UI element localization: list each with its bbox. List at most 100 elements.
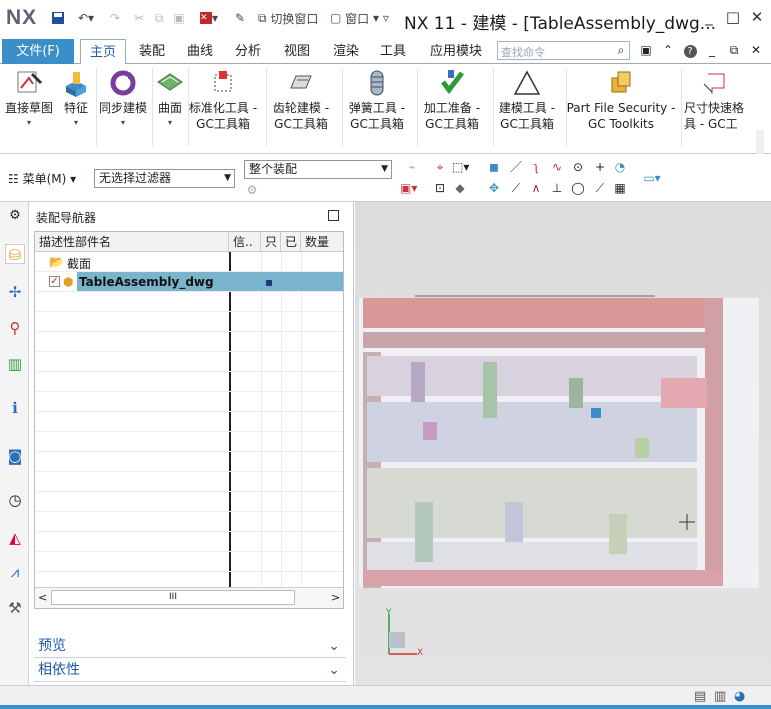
part-navigator-icon[interactable]: ⚲ — [5, 318, 25, 338]
modeling-tools-button[interactable]: 建模工具 - GC工具箱 — [493, 64, 561, 152]
search-icon[interactable]: ⌕ — [613, 42, 629, 58]
select-component-icon[interactable]: ◆ — [452, 180, 468, 196]
machining-prep-icon — [437, 68, 467, 98]
repeat-command-icon[interactable]: ✎ — [232, 10, 248, 26]
multi-snap-icon[interactable]: ✥ — [486, 180, 502, 196]
ribbon-tab-bar: 文件(F) 主页 装配 曲线 分析 视图 渲染 工具 应用模块 — [0, 36, 771, 65]
ribbon-options-icon[interactable]: ▣ — [638, 42, 654, 58]
machining-prep-button[interactable]: 加工准备 - GC工具箱 — [417, 64, 487, 152]
save-icon[interactable] — [50, 10, 66, 26]
rectangle-select-icon[interactable]: ⬚▾ — [452, 159, 469, 175]
status-display-icon[interactable]: ▤ — [694, 689, 706, 704]
triangle-icon — [512, 68, 542, 98]
tab-home[interactable]: 主页 — [80, 39, 126, 65]
tangent-snap-icon[interactable]: ⟋ — [508, 180, 524, 196]
nx-logo: NX — [6, 6, 38, 29]
panel-maximize-button[interactable] — [328, 210, 339, 221]
minimize-button[interactable]: _ — [698, 8, 720, 28]
web-browser-icon[interactable]: ◙ — [5, 446, 25, 466]
switch-window-button[interactable]: ⧉ 切换窗口 — [258, 10, 328, 26]
center-snap-icon[interactable]: ⊙ — [570, 159, 586, 175]
tab-assembly[interactable]: 装配 — [132, 39, 172, 64]
quick-pick-icon[interactable]: ⊡ — [432, 180, 448, 196]
surface-button[interactable]: 曲面 ▾ — [153, 64, 187, 152]
dependencies-section[interactable]: 相依性 ⌄ — [34, 658, 346, 682]
doc-restore-button[interactable]: ⧉ — [726, 42, 742, 58]
spring-tools-button[interactable]: 弹簧工具 - GC工具箱 — [342, 64, 412, 152]
status-layout-icon[interactable]: ▥ — [714, 689, 726, 704]
column-header-readonly[interactable]: 只 — [261, 232, 281, 252]
navigator-table: 描述性部件名 信.. 只 已 数量 📂 截面 ✓ ⬢ TableAssembly… — [34, 231, 344, 609]
part-file-security-button[interactable]: Part File Security - GC Toolkits — [566, 64, 676, 152]
doc-minimize-button[interactable]: _ — [704, 42, 720, 58]
spline-snap-icon[interactable]: ∿ — [549, 159, 565, 175]
status-globe-icon[interactable]: ◕ — [734, 689, 745, 704]
gear-modeling-button[interactable]: 齿轮建模 - GC工具箱 — [266, 64, 336, 152]
maximize-button[interactable]: □ — [722, 8, 744, 28]
resource-settings-icon[interactable]: ⚙ — [5, 206, 25, 226]
assembly-navigator-icon[interactable]: ⛁ — [5, 244, 25, 264]
point-snap-icon[interactable]: + — [592, 159, 608, 175]
column-header-name[interactable]: 描述性部件名 — [35, 232, 229, 252]
process-studio-icon[interactable]: ⩘ — [5, 562, 25, 582]
constraint-navigator-icon[interactable]: ✢ — [5, 282, 25, 302]
window-menu-button[interactable]: ▢ 窗口 ▾ ▿ — [330, 10, 398, 26]
undo-icon[interactable]: ↶▾ — [74, 10, 98, 26]
collapse-ribbon-icon[interactable]: ⌃ — [660, 42, 676, 58]
synchronous-modeling-button[interactable]: 同步建模 ▾ — [97, 64, 149, 152]
menu-button[interactable]: ☷ 菜单(M) ▾ — [8, 170, 76, 187]
column-header-modified[interactable]: 已 — [281, 232, 301, 252]
tab-curve[interactable]: 曲线 — [180, 39, 220, 64]
hd3d-tools-icon[interactable]: ℹ — [5, 398, 25, 418]
horizontal-scrollbar[interactable]: < III > — [35, 587, 343, 608]
roles-icon[interactable]: ⚒ — [5, 598, 25, 618]
tab-render[interactable]: 渲染 — [326, 39, 366, 64]
column-header-info[interactable]: 信.. — [229, 232, 261, 252]
tree-row-section[interactable]: 📂 截面 — [35, 252, 343, 272]
visibility-checkbox[interactable]: ✓ — [49, 276, 60, 287]
standard-tools-icon — [208, 68, 238, 98]
grid-snap-icon[interactable]: ▦ — [612, 180, 628, 196]
view-snap-icon[interactable]: ◔ — [612, 159, 628, 175]
select-edges-icon[interactable]: ⌖ — [432, 159, 448, 175]
curve-snap-icon[interactable]: ʅ — [528, 159, 544, 175]
bounded-snap-icon[interactable]: ⟋ — [592, 180, 608, 196]
folder-icon: 📂 — [49, 255, 64, 269]
selection-filter-dropdown[interactable]: 无选择过滤器 ▼ — [94, 169, 235, 188]
tab-tools[interactable]: 工具 — [373, 39, 413, 64]
perpendicular-snap-icon[interactable]: ⊥ — [549, 180, 565, 196]
window-icon: ▢ — [330, 11, 342, 25]
tab-applications[interactable]: 应用模块 — [421, 39, 491, 64]
selection-scope-dropdown[interactable]: 整个装配 ▼ — [244, 160, 392, 179]
scroll-right-button[interactable]: > — [331, 591, 340, 604]
help-icon[interactable]: ? — [682, 42, 698, 58]
switch-window-icon: ⧉ — [258, 10, 267, 25]
line-snap-icon[interactable]: ／ — [508, 159, 524, 175]
select-body-icon[interactable]: ◼ — [486, 159, 502, 175]
reuse-library-icon[interactable]: ▥ — [5, 354, 25, 374]
history-icon[interactable]: ◷ — [5, 490, 25, 510]
close-button[interactable]: ✕ — [746, 8, 768, 28]
doc-close-button[interactable]: ✕ — [748, 42, 764, 58]
scroll-thumb[interactable]: III — [51, 590, 295, 605]
graphics-window[interactable]: Y X — [355, 202, 771, 685]
feature-icon — [61, 68, 91, 98]
file-menu-tab[interactable]: 文件(F) — [2, 39, 74, 64]
system-materials-icon[interactable]: ◭ — [5, 528, 25, 548]
column-header-quantity[interactable]: 数量 — [301, 232, 343, 252]
preview-section[interactable]: 预览 ⌄ — [34, 634, 346, 658]
command-search-input[interactable]: 查找命令 — [497, 41, 630, 60]
scroll-left-button[interactable]: < — [38, 591, 47, 604]
display-options-icon[interactable]: ▭▾ — [640, 170, 664, 186]
delete-icon[interactable]: ✕ ▾ — [196, 10, 222, 26]
feature-button[interactable]: 特征 ▾ — [58, 64, 94, 152]
tab-view[interactable]: 视图 — [277, 39, 317, 64]
intersection-snap-icon[interactable]: ∧ — [528, 180, 544, 196]
dimension-format-button[interactable]: 尺寸快速格 具 - GC工 — [682, 64, 748, 152]
tree-row-assembly[interactable]: ✓ ⬢ TableAssembly_dwg ▪ — [35, 272, 343, 292]
standard-tools-button[interactable]: 标准化工具 - GC工具箱 — [186, 64, 260, 152]
tab-analysis[interactable]: 分析 — [228, 39, 268, 64]
quadrant-snap-icon[interactable]: ◯ — [570, 180, 586, 196]
direct-sketch-button[interactable]: 直接草图 ▾ — [2, 64, 56, 152]
select-point-icon[interactable]: ▣▾ — [400, 180, 417, 196]
